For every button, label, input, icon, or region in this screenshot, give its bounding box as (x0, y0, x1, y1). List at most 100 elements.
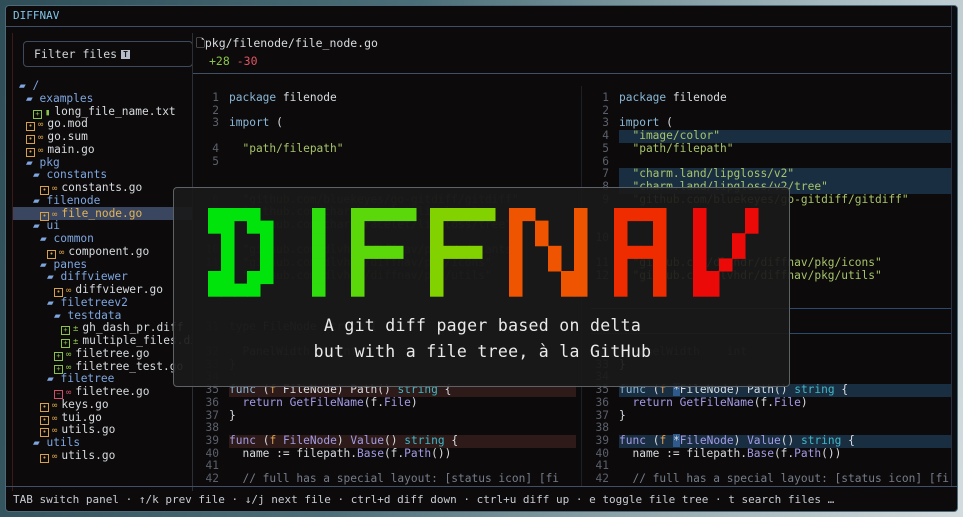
logo-letter-f (430, 208, 496, 297)
tree-file[interactable]: • ∞ component.go (13, 245, 192, 259)
title-divider (6, 26, 957, 27)
logo-pixel (693, 245, 707, 259)
code-token: package (619, 91, 667, 104)
splash-overlay: A git diff pager based on delta but with… (173, 187, 790, 387)
scrollbar[interactable] (951, 6, 957, 486)
logo-letter-i (312, 208, 326, 297)
logo-pixel (561, 271, 575, 285)
tree-file[interactable]: • ∞ utils.go (13, 449, 192, 463)
logo-pixel (509, 233, 523, 247)
tree-file[interactable]: • ∞ go.mod (13, 117, 192, 132)
tree-file[interactable]: +±multiple_files.diff (13, 334, 192, 348)
file-name: gh_dash_pr.diff (82, 321, 184, 335)
logo-pixel (234, 208, 248, 222)
code-line: 5 "path/filepath" (591, 142, 951, 156)
tree-folder[interactable]: ▰ examples (13, 92, 192, 105)
tree-folder[interactable]: ▰ pkg (13, 156, 192, 169)
filter-files-input[interactable]: Filter files T (23, 41, 192, 67)
tree-file[interactable]: • ∞ keys.go (13, 398, 192, 412)
code-text: return GetFileName(f.File) (229, 396, 417, 409)
code-token: { (444, 433, 459, 447)
file-icon: 🗋 (196, 37, 205, 50)
code-token: // full has a special layout: [status ic… (229, 472, 560, 485)
logo-pixel (364, 245, 378, 259)
logo-pixel (430, 220, 444, 234)
logo-pixel (574, 233, 588, 247)
logo-pixel (535, 233, 549, 247)
logo-pixel (509, 271, 523, 285)
tree-file[interactable]: + ▮ long_file_name.txt (13, 105, 192, 119)
tree-folder[interactable]: ▰ testdata (13, 309, 192, 322)
tree-folder[interactable]: ▰ panes (13, 258, 192, 271)
folder-icon: ▰ (40, 232, 54, 245)
code-token: ()) (431, 446, 452, 460)
app-title: DIFFNAV (13, 9, 60, 22)
code-token: ( (269, 116, 283, 130)
logo-pixel (693, 220, 707, 234)
tree-folder[interactable]: ▰ common (13, 232, 192, 245)
diff-icon: ± (73, 324, 79, 335)
code-line: 37} (201, 408, 576, 423)
logo-pixel (732, 245, 746, 259)
tree-file[interactable]: + ± gh_dash_pr.diff (13, 321, 192, 336)
code-token: () (384, 433, 405, 447)
filter-shortcut-key: T (121, 50, 130, 59)
code-text: return GetFileName(f.File) (619, 395, 808, 409)
logo-pixel (390, 245, 404, 259)
tree-file[interactable]: + ∞ filetree_test.go (13, 360, 192, 374)
folder-name: filetree (60, 372, 115, 386)
go-icon: ∞ (38, 120, 44, 131)
code-token: FileNode (282, 433, 337, 447)
logo-pixel (403, 208, 417, 222)
logo-pixel (430, 208, 444, 222)
code-line: 4 "path/filepath" (201, 142, 576, 156)
code-token: ) (733, 433, 748, 447)
tree-folder[interactable]: ▰ constants (13, 168, 192, 181)
tree-folder[interactable]: ▰ filenode (13, 194, 192, 207)
go-icon: ∞ (52, 209, 58, 220)
code-token: Base (356, 446, 384, 460)
tree-file[interactable]: • ∞ utils.go (13, 423, 192, 438)
tree-folder[interactable]: ▰ filetreev2 (13, 296, 192, 309)
tree-file[interactable]: • ∞ diffviewer.go (13, 283, 192, 297)
logo-pixel (653, 208, 667, 222)
folder-name: filetreev2 (60, 295, 128, 309)
logo-pixel (509, 245, 523, 259)
logo-pixel (221, 208, 235, 222)
file-name: filetree.go (75, 385, 150, 398)
tree-folder[interactable]: ▰ diffviewer (13, 270, 192, 283)
logo-pixel (260, 258, 274, 272)
file-tree-panel[interactable]: Filter files T ▰ / ▰ examples + ▮ long_file_n… (12, 33, 192, 491)
tree-file[interactable]: + ∞ filetree.go (13, 347, 192, 361)
logo-pixel (509, 208, 523, 222)
code-token: GetFileName (679, 395, 754, 409)
tree-file[interactable]: • ∞ file_node.go (13, 206, 192, 221)
tree-folder[interactable]: ▰ ui (13, 219, 192, 232)
code-token: ) (800, 395, 808, 409)
logo-pixel (208, 220, 222, 234)
logo-pixel (653, 283, 667, 297)
logo-pixel (221, 233, 235, 247)
tree-folder[interactable]: ▰ filetree (13, 372, 192, 385)
go-icon: ∞ (52, 426, 58, 437)
tree-folder[interactable]: ▰ / (13, 79, 192, 92)
code-token: import (619, 116, 660, 130)
tagline-line-2: but with a file tree, à la GitHub (313, 342, 652, 361)
file-name: file_node.go (61, 206, 143, 220)
line-number: 36 (595, 395, 609, 409)
tree-file[interactable]: − ∞ filetree.go (13, 385, 192, 399)
logo-pixel (693, 208, 707, 222)
keybindings-help: TAB switch panel · ↑/k prev file · ↓/j n… (13, 493, 835, 506)
tree-file[interactable]: • ∞ main.go (13, 143, 192, 157)
logo-pixel (312, 233, 326, 247)
tree-file[interactable]: • ∞ go.sum (13, 130, 192, 144)
go-icon: ∞ (66, 362, 72, 373)
tree-file[interactable]: • ∞ tui.go (13, 411, 192, 425)
code-token: * (672, 433, 680, 447)
code-line: 36 return GetFileName(f.File) (591, 395, 951, 410)
tree-folder[interactable]: ▰ utils (13, 436, 192, 449)
code-token: } (229, 408, 236, 422)
code-token: { (841, 433, 855, 447)
tree-file[interactable]: • ∞ constants.go (13, 181, 192, 195)
logo-pixel (312, 258, 326, 272)
